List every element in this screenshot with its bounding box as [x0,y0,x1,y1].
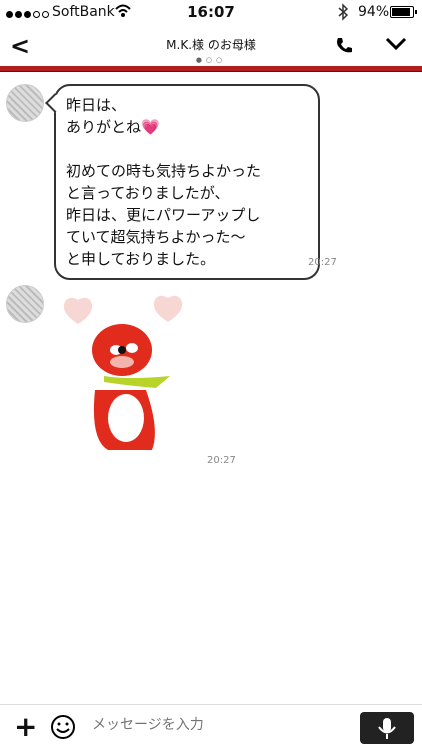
phone-icon[interactable] [334,36,354,60]
smile-icon[interactable] [50,714,76,744]
message-line: と言っておりましたが、 [66,184,230,202]
decorative-border [0,66,422,72]
avatar[interactable] [6,285,44,323]
status-bar: SoftBank 16:07 94% [0,0,422,26]
message-time: 20:27 [308,257,337,268]
message-line: 昨日は、更にパワーアップし [66,206,261,224]
chat-title: M.K.様 のお母様 [166,38,256,52]
message-line: 初めての時も気持ちよかった [66,162,262,180]
sticker-image[interactable] [60,290,190,460]
chat-header: < M.K.様 のお母様 ●○○ [0,26,422,66]
message-line: と申しておりました。 [66,250,216,268]
message-bubble: 昨日は、 ありがとね💗 初めての時も気持ちよかった と言っておりましたが、 昨日… [45,84,320,280]
message-line: ありがとね💗 [66,118,160,136]
chevron-down-icon[interactable] [385,36,407,56]
bluetooth-icon [337,3,349,25]
message-input[interactable] [90,716,354,734]
message-line: 昨日は、 [66,96,127,114]
battery-icon [390,6,417,18]
mic-icon[interactable] [360,712,414,744]
avatar[interactable] [6,84,44,122]
message-time: 20:27 [207,455,236,466]
page-dots: ●○○ [195,56,227,64]
message-composer: + [0,704,422,751]
plus-icon[interactable]: + [14,710,37,743]
battery-percent: 94% [358,4,390,20]
message-line: ていて超気持ちよかった〜 [66,228,246,246]
